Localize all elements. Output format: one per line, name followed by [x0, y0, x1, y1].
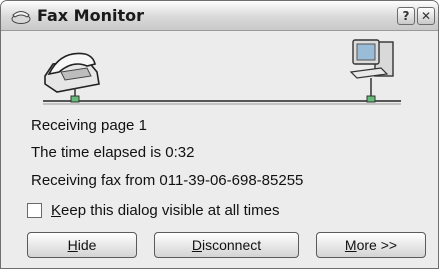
sender-text: Receiving fax from 011-39-06-698-85255 — [31, 172, 304, 189]
more-button[interactable]: More >> — [316, 232, 426, 258]
keep-visible-label[interactable]: Keep this dialog visible at all times — [51, 202, 279, 219]
title-bar[interactable]: Fax Monitor ? ✕ — [1, 1, 438, 31]
keep-visible-checkbox[interactable] — [27, 203, 42, 218]
elapsed-time-text: The time elapsed is 0:32 — [31, 144, 195, 161]
disconnect-button[interactable]: Disconnect — [154, 232, 299, 258]
fax-machine-icon — [44, 52, 100, 103]
computer-icon — [349, 39, 394, 103]
close-button[interactable]: ✕ — [417, 7, 435, 25]
window-title: Fax Monitor — [37, 6, 144, 25]
hide-button[interactable]: Hide — [27, 232, 137, 258]
connection-illustration — [43, 39, 401, 105]
help-icon: ? — [402, 9, 410, 23]
close-icon: ✕ — [420, 9, 432, 23]
page-status-text: Receiving page 1 — [31, 117, 147, 134]
help-button[interactable]: ? — [397, 7, 415, 25]
fax-app-icon — [11, 11, 31, 24]
fax-monitor-window: Fax Monitor ? ✕ Receiving page 1 The tim… — [0, 0, 439, 269]
